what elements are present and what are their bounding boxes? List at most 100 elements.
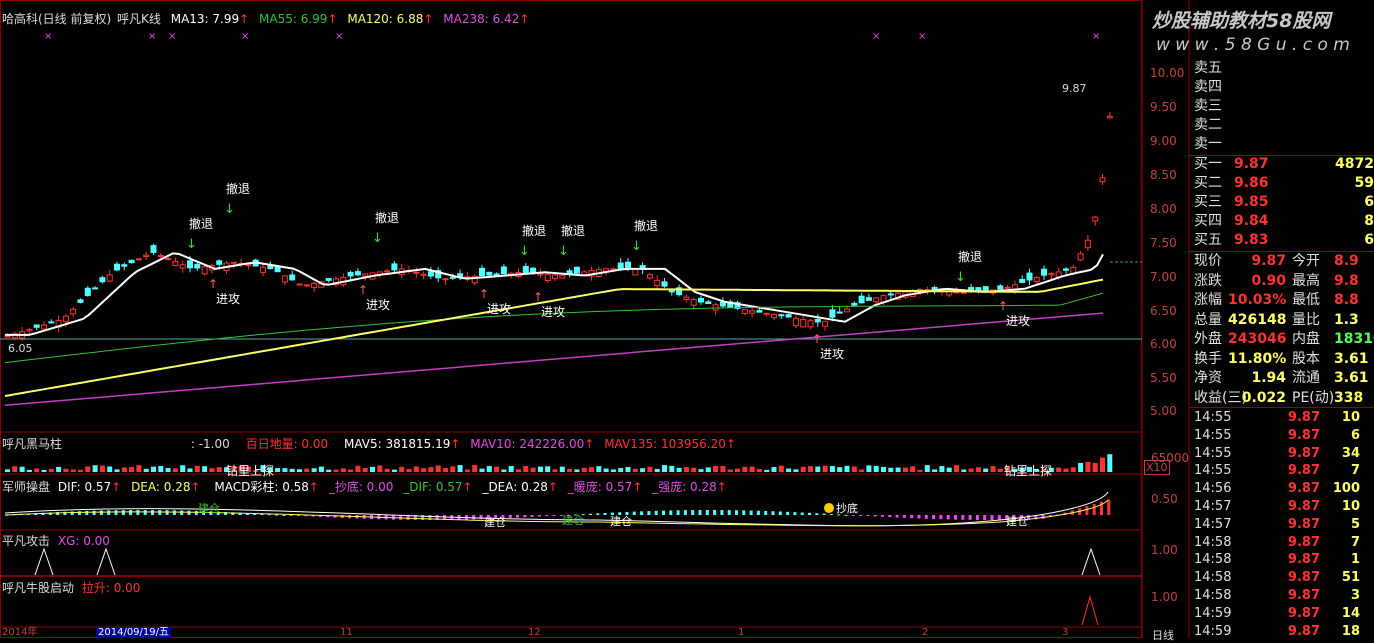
tick-price: 9.87 (1287, 499, 1320, 514)
volume-bar (172, 468, 178, 472)
macd-bar (275, 514, 279, 516)
macd-bar (136, 510, 140, 515)
candle-body (741, 309, 748, 314)
candle-body (143, 254, 150, 257)
volume-bar (881, 466, 886, 472)
volume-bar (70, 469, 76, 472)
candle-body (756, 309, 763, 313)
vol-scale-badge[interactable]: X10 (1144, 460, 1170, 475)
candle-body (500, 266, 507, 275)
xg-value: XG: 0.00 (57, 534, 110, 548)
volume-bar (589, 467, 594, 472)
macd-bar (596, 513, 600, 515)
logo-title: 炒股辅助教材58股网 (1152, 10, 1331, 32)
volume-bar (216, 467, 222, 472)
site-logo[interactable]: 炒股辅助教材58股网 (1152, 6, 1330, 33)
volume-bar (545, 466, 551, 472)
macd-bar (523, 515, 527, 518)
volume-bar (786, 468, 792, 472)
candle-body (135, 258, 142, 261)
stock-title: 哈高科(日线 前复权) (2, 12, 112, 26)
stat-value: 3.61 (1334, 350, 1369, 367)
candle-body (427, 271, 434, 277)
candle-body (749, 310, 756, 314)
candle-body (646, 274, 653, 279)
macd-bar (282, 514, 286, 516)
tick-price: 9.87 (1287, 588, 1320, 603)
volume-bar (676, 467, 682, 472)
candle-body (172, 261, 179, 267)
candle-body (778, 314, 785, 317)
date-axis[interactable]: 2014年 2014/09/19/五 11 12 1 2 3 (0, 627, 1142, 638)
tick-time: 14:55 (1194, 410, 1232, 425)
candle-body (70, 308, 77, 315)
ask-label: 卖五 (1194, 60, 1222, 76)
volume-bar (1107, 454, 1113, 472)
volume-bar (654, 468, 660, 472)
alert-marker: × (241, 31, 249, 42)
macd-bar (640, 511, 644, 515)
macd-bar (114, 510, 118, 515)
volume-bar (983, 468, 989, 472)
volume-bar (705, 467, 711, 472)
volume-bar (304, 468, 310, 472)
volume-bar (450, 466, 456, 472)
volume-bar (778, 465, 784, 472)
tick-price: 9.87 (1287, 445, 1320, 461)
volume-bar (180, 465, 186, 472)
macd-bar (793, 512, 797, 515)
down-arrow-icon: ↓ (558, 244, 569, 259)
ma13-value: MA13: 7.99 (170, 12, 240, 26)
candle-body (325, 278, 332, 281)
attack-y-tick: 1.00 (1151, 543, 1178, 557)
macd-bar (881, 515, 884, 517)
candle-body (544, 273, 551, 281)
volume-bar (632, 468, 638, 472)
retreat-label: 撤退 (375, 211, 400, 225)
macd-value: MACD彩柱: 0.58 (214, 480, 309, 494)
macd-bar (997, 515, 1001, 520)
candle-body (1084, 239, 1091, 249)
ask-label: 卖二 (1194, 117, 1222, 133)
macd-bar (289, 515, 293, 516)
macd-bar (589, 513, 592, 515)
alert-marker: × (335, 31, 343, 42)
tick-time: 14:58 (1194, 570, 1232, 586)
macd-bar (647, 511, 651, 515)
volume-bar (12, 466, 18, 472)
macd-bar (873, 515, 877, 517)
y-tick: 9.00 (1150, 134, 1177, 148)
macd-bar (771, 511, 775, 515)
volume-bars (5, 454, 1113, 472)
volume-bar (742, 466, 748, 472)
cursor-date: 2014/09/19/五 (96, 627, 172, 638)
tick-row: 14:55 9.87 7 (1194, 462, 1374, 480)
volume-bar (895, 467, 901, 472)
candle-body (33, 324, 40, 328)
chaodi-icon (824, 503, 834, 513)
bid-price: 9.83 (1234, 232, 1269, 248)
candle-body (106, 274, 113, 282)
vol-tag: 钻里上探 (226, 464, 275, 478)
attack-panel-title: 平凡攻击 (2, 534, 51, 548)
volume-bar (143, 468, 149, 472)
volume-bar (954, 465, 959, 472)
alert-marker: × (918, 31, 926, 42)
period-label[interactable]: 日线 (1152, 627, 1174, 643)
candle-body (552, 274, 558, 280)
tick-volume: 3 (1350, 588, 1360, 603)
up-arrow-icon: ↑ (533, 290, 543, 304)
tick-row: 14:58 9.87 1 (1194, 551, 1374, 569)
candle-body (537, 273, 544, 276)
volume-bar (537, 466, 543, 472)
volume-bar (1085, 461, 1091, 472)
volume-bar (421, 468, 427, 472)
macd-bar (983, 515, 987, 520)
candle-body (303, 284, 310, 287)
tick-volume: 6 (1350, 427, 1360, 443)
macd-bar (822, 513, 826, 515)
candle-body (354, 271, 361, 276)
candle-body (281, 275, 288, 283)
lasheng-spike (1081, 595, 1099, 626)
macd-bar (151, 510, 154, 515)
